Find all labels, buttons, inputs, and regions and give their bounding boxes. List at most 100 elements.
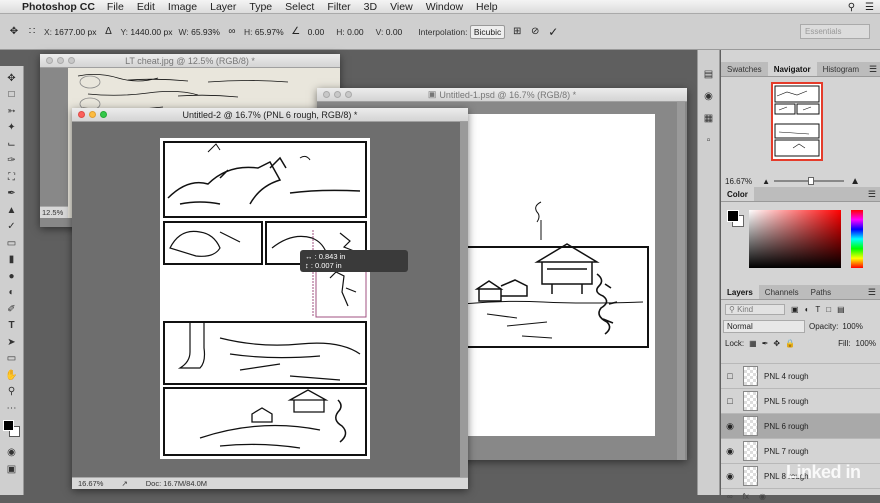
layer-row-pnl6[interactable]: ◉ PNL 6 rough [721, 414, 880, 439]
menu-3d[interactable]: 3D [364, 1, 377, 13]
lock-all-icon[interactable]: 🔒 [785, 339, 795, 348]
eye-icon[interactable]: ◉ [721, 446, 739, 457]
shape-tool-icon[interactable]: ▭ [3, 351, 21, 368]
foreground-color-swatch[interactable] [2, 419, 14, 431]
menu-type[interactable]: Type [249, 1, 272, 13]
fill-field[interactable]: 100% [856, 339, 876, 348]
filter-smart-icon[interactable]: ▤ [837, 305, 845, 314]
menu-edit[interactable]: Edit [137, 1, 155, 13]
fx-icon[interactable]: fx [743, 492, 749, 501]
healing-brush-icon[interactable]: ⛶ [3, 169, 21, 186]
color-swatches[interactable] [2, 419, 22, 441]
crop-tool-icon[interactable]: ⌙ [3, 136, 21, 153]
tab-layers[interactable]: Layers [721, 285, 759, 299]
commit-icon[interactable]: ✓ [547, 25, 559, 39]
minimize-button[interactable] [57, 57, 64, 64]
color-picker[interactable] [721, 202, 880, 277]
blur-tool-icon[interactable]: ● [3, 268, 21, 285]
eyedropper-icon[interactable]: ✑ [3, 153, 21, 170]
history-panel-icon[interactable]: ▤ [701, 66, 717, 82]
zoom-button[interactable] [345, 91, 352, 98]
tab-channels[interactable]: Channels [759, 285, 805, 299]
more-tools-icon[interactable]: ⋯ [3, 400, 21, 417]
tab-navigator[interactable]: Navigator [767, 62, 817, 76]
navigator-preview[interactable] [721, 77, 880, 161]
adjustments-panel-icon[interactable]: ◉ [701, 88, 717, 104]
minimize-button[interactable] [89, 111, 96, 118]
quick-mask-icon[interactable]: ◉ [3, 445, 21, 462]
menu-layer[interactable]: Layer [210, 1, 236, 13]
untitled2-scrollbar[interactable] [460, 122, 468, 477]
untitled2-document-window[interactable]: Untitled-2 @ 16.7% (PNL 6 rough, RGB/8) … [72, 108, 468, 489]
untitled2-titlebar[interactable]: Untitled-2 @ 16.7% (PNL 6 rough, RGB/8) … [72, 108, 468, 122]
close-button[interactable] [323, 91, 330, 98]
untitled1-canvas[interactable] [462, 114, 655, 436]
menu-file[interactable]: File [107, 1, 124, 13]
reference-point-icon[interactable]: ∷ [26, 26, 38, 37]
list-icon[interactable]: ☰ [865, 2, 874, 13]
interpolation-select[interactable]: Bicubic [469, 24, 506, 39]
menu-view[interactable]: View [390, 1, 413, 13]
untitled2-canvas[interactable] [160, 138, 370, 459]
opacity-field[interactable]: 100% [842, 322, 862, 331]
clone-stamp-icon[interactable]: ▲ [3, 202, 21, 219]
quick-select-icon[interactable]: ✦ [3, 120, 21, 137]
lock-transparent-icon[interactable]: ▦ [749, 339, 757, 348]
screen-mode-icon[interactable]: ▣ [3, 461, 21, 478]
navigator-zoom-value[interactable]: 16.67% [725, 177, 752, 186]
history-brush-icon[interactable]: ✓ [3, 219, 21, 236]
layer-filter-kind[interactable]: ⚲ Kind [725, 303, 785, 315]
untitled1-scrollbar[interactable] [677, 102, 685, 460]
move-tool-icon[interactable]: ✥ [3, 70, 21, 87]
tab-swatches[interactable]: Swatches [721, 62, 768, 76]
eraser-icon[interactable]: ▭ [3, 235, 21, 252]
close-button[interactable] [46, 57, 53, 64]
share-icon[interactable]: ↗ [121, 479, 127, 488]
lock-position-icon[interactable]: ✥ [773, 339, 780, 348]
filter-type-icon[interactable]: T [815, 305, 820, 314]
layer-row-pnl4[interactable]: □ PNL 4 rough [721, 364, 880, 389]
navigator-view-box[interactable] [771, 82, 823, 161]
tab-color[interactable]: Color [721, 187, 754, 201]
zoom-tool-icon[interactable]: ⚲ [3, 384, 21, 401]
layer-name[interactable]: PNL 5 rough [764, 397, 809, 406]
color-fg-swatch[interactable] [727, 210, 739, 222]
pen-tool-icon[interactable]: ✐ [3, 301, 21, 318]
filter-pixel-icon[interactable]: ▣ [791, 305, 799, 314]
w-field[interactable]: 65.93% [191, 27, 220, 37]
link-icon[interactable]: ∞ [226, 26, 238, 37]
warp-icon[interactable]: ⊞ [511, 26, 523, 37]
cheat-zoom[interactable]: 12.5% [40, 206, 68, 218]
blend-mode-select[interactable]: Normal [723, 320, 805, 333]
eye-icon[interactable]: ◉ [721, 421, 739, 432]
filter-shape-icon[interactable]: □ [826, 305, 831, 314]
hue-slider[interactable] [851, 210, 863, 268]
lasso-tool-icon[interactable]: ➳ [3, 103, 21, 120]
color-panel-menu-icon[interactable]: ☰ [864, 187, 880, 201]
workspace-select[interactable]: Essentials [800, 24, 870, 39]
dodge-tool-icon[interactable]: ◐ [3, 285, 21, 302]
menu-filter[interactable]: Filter [327, 1, 350, 13]
gradient-tool-icon[interactable]: ▮ [3, 252, 21, 269]
minimize-button[interactable] [334, 91, 341, 98]
untitled1-titlebar[interactable]: ▣ Untitled-1.psd @ 16.7% (RGB/8) * [317, 88, 687, 102]
tab-histogram[interactable]: Histogram [817, 62, 865, 76]
mask-icon[interactable]: ◉ [759, 492, 766, 501]
menu-help[interactable]: Help [476, 1, 498, 13]
menu-image[interactable]: Image [168, 1, 197, 13]
x-field[interactable]: 1677.00 px [54, 27, 96, 37]
angle-field[interactable]: 0.00 [308, 27, 325, 37]
untitled2-zoom[interactable]: 16.67% [78, 479, 103, 488]
layer-row-pnl5[interactable]: □ PNL 5 rough [721, 389, 880, 414]
menu-window[interactable]: Window [426, 1, 463, 13]
zoom-in-icon[interactable]: ▲ [850, 176, 860, 187]
navigator-zoom-slider[interactable] [774, 177, 845, 185]
type-tool-icon[interactable]: T [3, 318, 21, 335]
move-tool-preset-icon[interactable]: ✥ [8, 26, 20, 37]
properties-panel-icon[interactable]: ▦ [701, 110, 717, 126]
layer-name[interactable]: PNL 4 rough [764, 372, 809, 381]
cheat-titlebar[interactable]: LT cheat.jpg @ 12.5% (RGB/8) * [40, 54, 340, 68]
zoom-button[interactable] [68, 57, 75, 64]
y-field[interactable]: 1440.00 px [130, 27, 172, 37]
brush-tool-icon[interactable]: ✒ [3, 186, 21, 203]
